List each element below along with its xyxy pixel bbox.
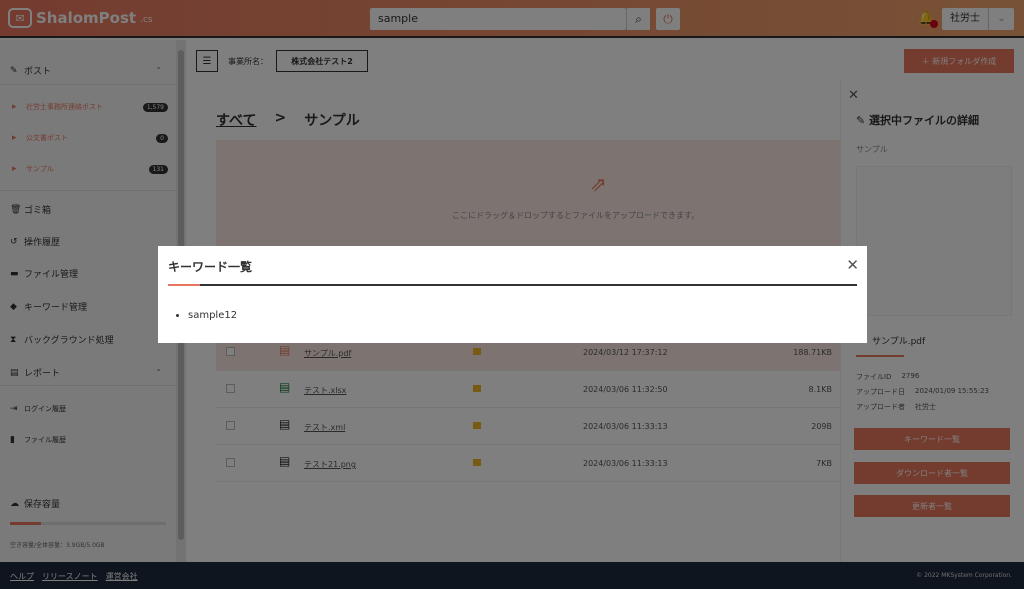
modal-divider-accent <box>168 284 200 286</box>
modal-divider <box>168 284 857 286</box>
keyword-item: sample12 <box>188 310 237 321</box>
keyword-list: sample12 <box>188 310 237 321</box>
keyword-list-modal: キーワード一覧 ✕ sample12 <box>158 246 867 343</box>
modal-title: キーワード一覧 <box>168 260 253 274</box>
close-icon[interactable]: ✕ <box>846 256 859 274</box>
